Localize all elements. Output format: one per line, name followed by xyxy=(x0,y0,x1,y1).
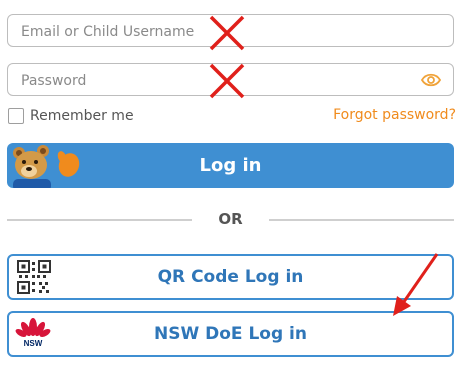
cross-mark-annotation-password xyxy=(209,63,245,99)
remember-me[interactable]: Remember me xyxy=(8,107,134,125)
eye-icon[interactable] xyxy=(421,72,441,88)
remember-me-checkbox[interactable] xyxy=(8,108,24,124)
divider-line-right xyxy=(269,219,454,221)
remember-me-label: Remember me xyxy=(30,108,134,124)
login-label: Log in xyxy=(199,155,262,176)
forgot-password-link[interactable]: Forgot password? xyxy=(333,107,456,123)
cross-mark-annotation-email xyxy=(209,15,245,51)
arrow-annotation xyxy=(393,253,439,316)
login-button[interactable]: Log in xyxy=(7,143,454,188)
or-divider: OR xyxy=(7,208,454,230)
